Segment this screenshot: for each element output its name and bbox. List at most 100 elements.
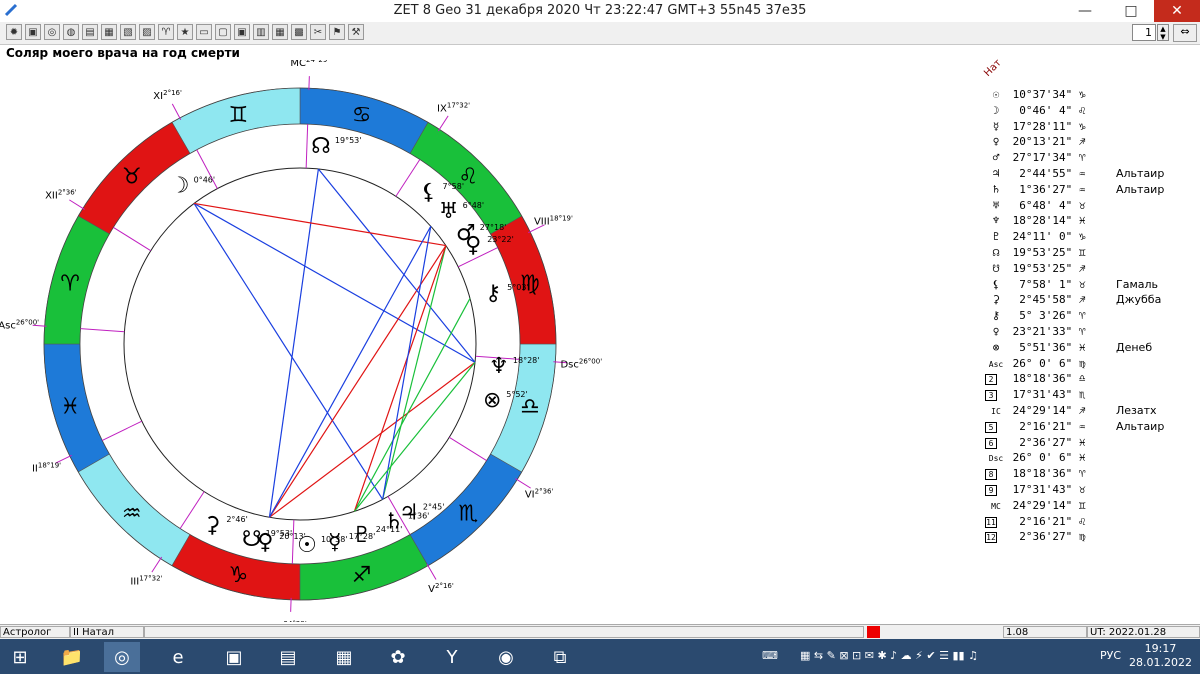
position-row[interactable]: ⚳ 2°45'58" ♐ Джубба <box>986 293 1161 309</box>
toolbar-button-5[interactable]: ▤ <box>82 24 98 40</box>
position-value: 5°51'36" ♓ <box>1006 340 1086 354</box>
media-app-icon[interactable]: ✿ <box>380 642 416 672</box>
position-row[interactable]: ☿ 17°28'11" ♑ <box>986 119 1086 136</box>
keyboard-icon[interactable]: ⌨ <box>762 649 778 662</box>
house-label: XI2°16' <box>153 89 182 102</box>
yandex-icon[interactable]: Y <box>434 642 470 672</box>
position-symbol: 5 <box>985 421 997 433</box>
position-value: 7°58' 1" ♉ <box>1006 277 1086 291</box>
natal-chart-wheel[interactable]: ♓♒♑ ♐♏♎♍♌♋♊♉♈MC24°29'IX17°32'VIII18°19'Ds… <box>0 60 610 622</box>
toolbar-button-11[interactable]: ▭ <box>196 24 212 40</box>
planet-degree: 19°53' <box>335 136 362 145</box>
spin-up-icon[interactable]: ▲ <box>1160 25 1165 33</box>
position-value: 2°36'27" ♓ <box>1006 435 1086 449</box>
position-row[interactable]: ♄ 1°36'27" ♒ Альтаир <box>986 183 1165 199</box>
position-value: 17°28'11" ♑ <box>1006 119 1086 133</box>
position-row[interactable]: Asc 26° 0' 6" ♍ <box>986 357 1086 373</box>
toolbar-button-1[interactable]: ✹ <box>6 24 22 40</box>
position-row[interactable]: Dsc 26° 0' 6" ♓ <box>986 451 1086 467</box>
toolbar-button-6[interactable]: ▦ <box>101 24 117 40</box>
toolbar-button-13[interactable]: ▣ <box>234 24 250 40</box>
house-label: IC24°29' <box>274 620 307 622</box>
spin-down-icon[interactable]: ▼ <box>1160 33 1165 41</box>
minimize-button[interactable]: — <box>1062 0 1108 22</box>
toolbar-button-7[interactable]: ▧ <box>120 24 136 40</box>
position-value: 2°16'21" ♌ <box>1006 514 1086 528</box>
position-row[interactable]: 6 2°36'27" ♓ <box>985 435 1086 452</box>
position-symbol: ⊗ <box>992 340 1000 354</box>
position-symbol: 12 <box>985 532 997 544</box>
position-row[interactable]: 12 2°36'27" ♍ <box>985 530 1085 546</box>
position-row[interactable]: ♀ 23°21'33" ♈ <box>986 325 1086 341</box>
swap-view-button[interactable]: ⇔ <box>1173 24 1197 42</box>
store-icon[interactable]: ▦ <box>326 642 362 672</box>
zodiac-sign-glyph: ♈ <box>60 271 80 296</box>
position-row[interactable]: 8 18°18'36" ♈ <box>985 467 1086 483</box>
toolbar-button-18[interactable]: ⚑ <box>329 24 345 40</box>
position-row[interactable]: ☋ 19°53'25" ♐ <box>986 261 1086 278</box>
position-row[interactable]: 5 2°16'21" ♒ Альтаир <box>985 420 1164 436</box>
status-mode: Астролог <box>0 626 70 638</box>
ie-icon[interactable]: e <box>160 642 196 672</box>
toolbar-button-16[interactable]: ▩ <box>291 24 307 40</box>
page-spinner[interactable]: ▲ ▼ <box>1157 24 1169 41</box>
edge-icon[interactable]: ◉ <box>488 642 524 672</box>
status-natal: II Натал <box>70 626 144 638</box>
toolbar-button-2[interactable]: ▣ <box>25 24 41 40</box>
position-row[interactable]: ☽ 0°46' 4" ♌ <box>986 104 1086 120</box>
position-row[interactable]: ♇ 24°11' 0" ♑ <box>986 230 1086 246</box>
position-row[interactable]: ⚸ 7°58' 1" ♉ Гамаль <box>986 277 1158 294</box>
position-row[interactable]: MC 24°29'14" ♊ <box>986 499 1085 515</box>
status-indicator <box>867 626 880 638</box>
toolbar-button-12[interactable]: ▢ <box>215 24 231 40</box>
position-row[interactable]: 11 2°16'21" ♌ <box>985 514 1086 531</box>
position-row[interactable]: ♀ 20°13'21" ♐ <box>986 135 1086 151</box>
toolbar-button-9[interactable]: ♈ <box>158 24 174 40</box>
position-value: 24°29'14" ♐ <box>1006 403 1086 417</box>
planet-degree: 2°45' <box>423 503 444 512</box>
toolbar-button-10[interactable]: ★ <box>177 24 193 40</box>
network-app-icon[interactable]: ⧉ <box>542 642 578 672</box>
position-row[interactable]: ♂ 27°17'34" ♈ <box>986 151 1086 167</box>
planet-glyph: ⚷ <box>485 281 501 306</box>
close-button[interactable]: ✕ <box>1154 0 1200 22</box>
utility-app-icon[interactable]: ▤ <box>270 642 306 672</box>
planet-degree: 7°58' <box>443 182 464 191</box>
position-row[interactable]: IC 24°29'14" ♐ Лезатх <box>986 403 1156 420</box>
maximize-button[interactable]: □ <box>1108 0 1154 22</box>
position-row[interactable]: ♃ 2°44'55" ♒ Альтаир <box>986 167 1165 183</box>
start-icon[interactable]: ⊞ <box>2 642 38 672</box>
position-symbol: 9 <box>985 484 997 496</box>
position-row[interactable]: 9 17°31'43" ♉ <box>985 483 1085 499</box>
tray-icons[interactable]: ▦ ⇆ ✎ ⊠ ⊡ ✉ ✱ ♪ ☁ ⚡ ✔ ☰ ▮▮ ♫ <box>800 649 978 662</box>
position-row[interactable]: 3 17°31'43" ♏ <box>985 388 1085 404</box>
position-row[interactable]: ⊗ 5°51'36" ♓ Денеб <box>986 340 1152 357</box>
toolbar-button-19[interactable]: ⚒ <box>348 24 364 40</box>
position-value: 18°28'14" ♓ <box>1006 214 1086 228</box>
position-row[interactable]: ☉ 10°37'34" ♑ <box>986 88 1086 104</box>
position-row[interactable]: ♅ 6°48' 4" ♉ <box>986 199 1086 215</box>
page-number-input[interactable]: 1 <box>1132 24 1156 41</box>
toolbar-button-3[interactable]: ◎ <box>44 24 60 40</box>
position-row[interactable]: ⚷ 5° 3'26" ♈ <box>986 309 1086 325</box>
position-value: 18°18'36" ♈ <box>1006 467 1086 481</box>
position-symbol: ☋ <box>992 261 1000 275</box>
position-row[interactable]: 2 18°18'36" ♎ <box>985 372 1086 388</box>
zodiac-sign-glyph: ♊ <box>229 103 249 128</box>
position-value: 24°29'14" ♊ <box>1006 498 1086 512</box>
clock[interactable]: 19:17 28.01.2022 <box>1129 642 1192 670</box>
toolbar-button-8[interactable]: ▨ <box>139 24 155 40</box>
explorer-icon[interactable]: 📁 <box>54 642 90 672</box>
zet-app-icon[interactable]: ◎ <box>104 642 140 672</box>
toolbar-button-17[interactable]: ✂ <box>310 24 326 40</box>
toolbar-button-14[interactable]: ▥ <box>253 24 269 40</box>
language-indicator[interactable]: РУС <box>1100 649 1121 662</box>
photo-app-icon[interactable]: ▣ <box>216 642 252 672</box>
toolbar-button-4[interactable]: ◍ <box>63 24 79 40</box>
fixed-star: Альтаир <box>1116 182 1165 196</box>
position-row[interactable]: ☊ 19°53'25" ♊ <box>986 246 1086 262</box>
position-value: 18°18'36" ♎ <box>1006 372 1086 386</box>
toolbar-button-15[interactable]: ▦ <box>272 24 288 40</box>
position-row[interactable]: ♆ 18°28'14" ♓ <box>986 214 1086 230</box>
position-value: 26° 0' 6" ♓ <box>1006 451 1086 465</box>
